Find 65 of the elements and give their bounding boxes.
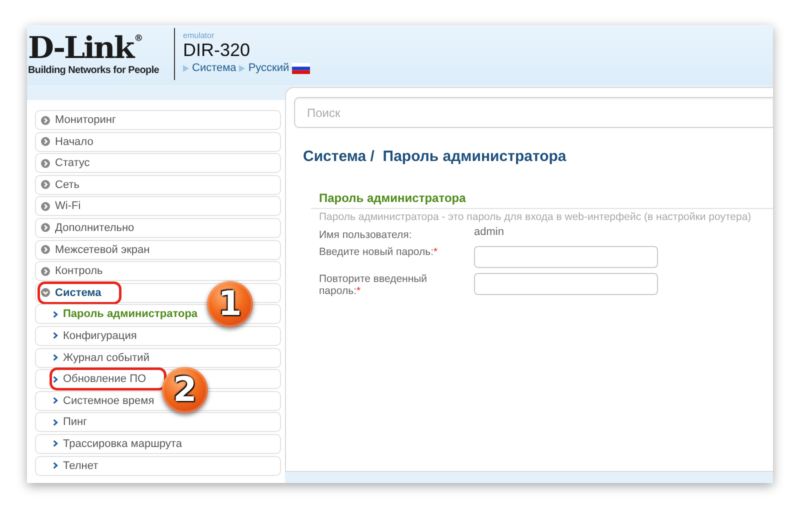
chevron-right-icon (53, 418, 58, 426)
field-value: admin (474, 226, 504, 238)
breadcrumb-link[interactable]: Система (192, 62, 236, 74)
field-label: Повторите введенный пароль:* (319, 273, 428, 297)
chevron-right-icon (41, 116, 50, 124)
chevron-down-icon (41, 288, 50, 298)
sidebar-item[interactable]: Контроль (35, 261, 281, 282)
submenu-item[interactable]: Журнал событий (35, 348, 281, 368)
section-description: Пароль администратора - это пароль для входа в web-интерфейс (в настройки роутера) (319, 211, 752, 223)
chevron-right-icon (53, 310, 58, 318)
sidebar-item[interactable]: Начало (35, 132, 281, 152)
chevron-right-icon (41, 180, 50, 190)
sidebar-item[interactable]: Wi-Fi (35, 196, 281, 216)
menu-label: Дополнительно (55, 222, 134, 234)
section-title: Пароль администратора (319, 191, 467, 205)
emulator-label: emulator (183, 31, 216, 40)
menu-label: Трассировка маршрута (63, 438, 182, 450)
menu-label: Начало (55, 136, 94, 148)
password-field[interactable] (474, 273, 658, 295)
sidebar-item[interactable]: Статус (35, 153, 281, 174)
logo-tagline: Building Networks for People (28, 65, 160, 76)
submenu-item[interactable]: Трассировка маршрута (35, 434, 281, 454)
model-name: DIR-320 (183, 40, 252, 60)
sidebar-item[interactable]: Дополнительно (35, 218, 281, 238)
chevron-right-icon (53, 440, 58, 448)
breadcrumb-link[interactable]: Русский (248, 62, 290, 74)
logo-wordmark: D-Link® (28, 34, 144, 64)
menu-label: Контроль (55, 265, 103, 278)
menu-label: Журнал событий (63, 352, 150, 364)
menu-label: Пинг (63, 416, 88, 428)
field-label: Имя пользователя: (319, 229, 413, 241)
menu-label: Сеть (55, 178, 80, 191)
chevron-right-icon (53, 397, 58, 404)
chevron-right-icon (41, 245, 50, 254)
menu-label: Пароль администратора (63, 308, 198, 320)
menu-label: Межсетевой экран (55, 244, 150, 256)
submenu-item[interactable]: Конфигурация (35, 326, 281, 346)
menu-label: Мониторинг (55, 114, 116, 126)
chevron-right-icon (53, 332, 58, 340)
sidebar-item[interactable]: Сеть (35, 174, 281, 195)
search-field[interactable]: Поиск (294, 97, 773, 128)
menu-label: Статус (55, 157, 90, 170)
menu-label: Wi-Fi (55, 200, 81, 212)
triangle-icon (183, 64, 189, 72)
triangle-icon (239, 64, 246, 72)
menu-label: Телнет (63, 460, 98, 472)
chevron-right-icon (53, 354, 58, 362)
chevron-right-icon (41, 202, 50, 211)
chevron-right-icon (41, 137, 50, 146)
chevron-right-icon (41, 223, 50, 232)
chevron-right-icon (53, 376, 58, 383)
menu-label: Системное время (63, 394, 154, 407)
chevron-right-icon (41, 266, 50, 276)
chevron-right-icon (53, 462, 58, 469)
menu-label: Конфигурация (63, 330, 137, 342)
submenu-item[interactable]: Телнет (35, 456, 281, 476)
chevron-right-icon (41, 158, 50, 168)
sidebar-item[interactable]: Межсетевой экран (35, 240, 281, 260)
menu-label: Обновление ПО (63, 373, 146, 386)
sidebar-item[interactable]: Мониторинг (35, 110, 281, 130)
menu-label: Система (55, 286, 102, 299)
page-title: Система / Пароль администратора (303, 148, 568, 165)
submenu-item[interactable]: Пинг (35, 412, 281, 432)
password-field[interactable] (474, 246, 658, 268)
field-label: Введите новый пароль:* (319, 246, 439, 258)
